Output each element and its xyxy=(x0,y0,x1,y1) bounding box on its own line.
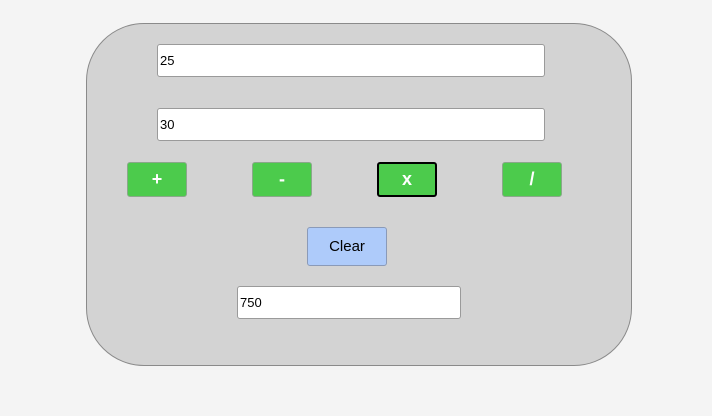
divide-button[interactable]: / xyxy=(502,162,562,197)
calculator-panel: 25 30 + - x / Clear 750 xyxy=(86,23,632,366)
add-button[interactable]: + xyxy=(127,162,187,197)
first-number-input[interactable]: 25 xyxy=(157,44,545,77)
subtract-button[interactable]: - xyxy=(252,162,312,197)
clear-button[interactable]: Clear xyxy=(307,227,387,266)
result-output[interactable]: 750 xyxy=(237,286,461,319)
second-number-input[interactable]: 30 xyxy=(157,108,545,141)
multiply-button[interactable]: x xyxy=(377,162,437,197)
